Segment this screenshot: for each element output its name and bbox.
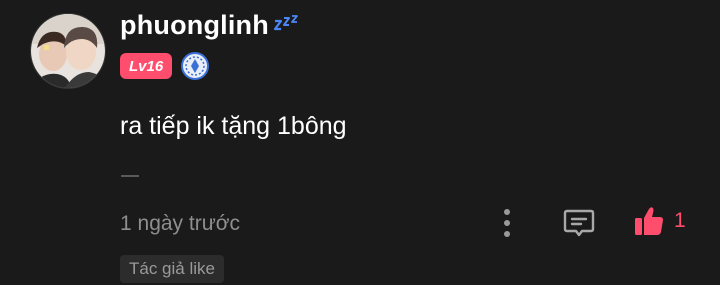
like-count: 1 <box>674 209 686 232</box>
reply-comment-icon <box>563 209 595 237</box>
level-badge: Lv16 <box>120 53 173 79</box>
comment-text: ra tiếp ik tặng 1bông <box>120 112 347 140</box>
like-button[interactable]: 1 <box>632 204 686 238</box>
divider-dash <box>121 175 139 177</box>
thumbs-up-icon <box>635 207 663 235</box>
avatar-photo <box>31 14 105 88</box>
username-row: phuonglinh <box>120 10 301 41</box>
username[interactable]: phuonglinh <box>120 10 269 41</box>
author-liked-tag: Tác giả like <box>120 255 224 283</box>
avatar[interactable] <box>30 13 106 89</box>
reply-button[interactable] <box>562 206 596 240</box>
more-options-button[interactable] <box>497 206 517 240</box>
timestamp: 1 ngày trước <box>120 212 241 235</box>
more-vertical-icon <box>504 209 510 237</box>
sleeping-zzz-icon <box>273 13 301 35</box>
rank-badge-icon <box>180 51 210 81</box>
user-badges: Lv16 <box>120 51 210 81</box>
